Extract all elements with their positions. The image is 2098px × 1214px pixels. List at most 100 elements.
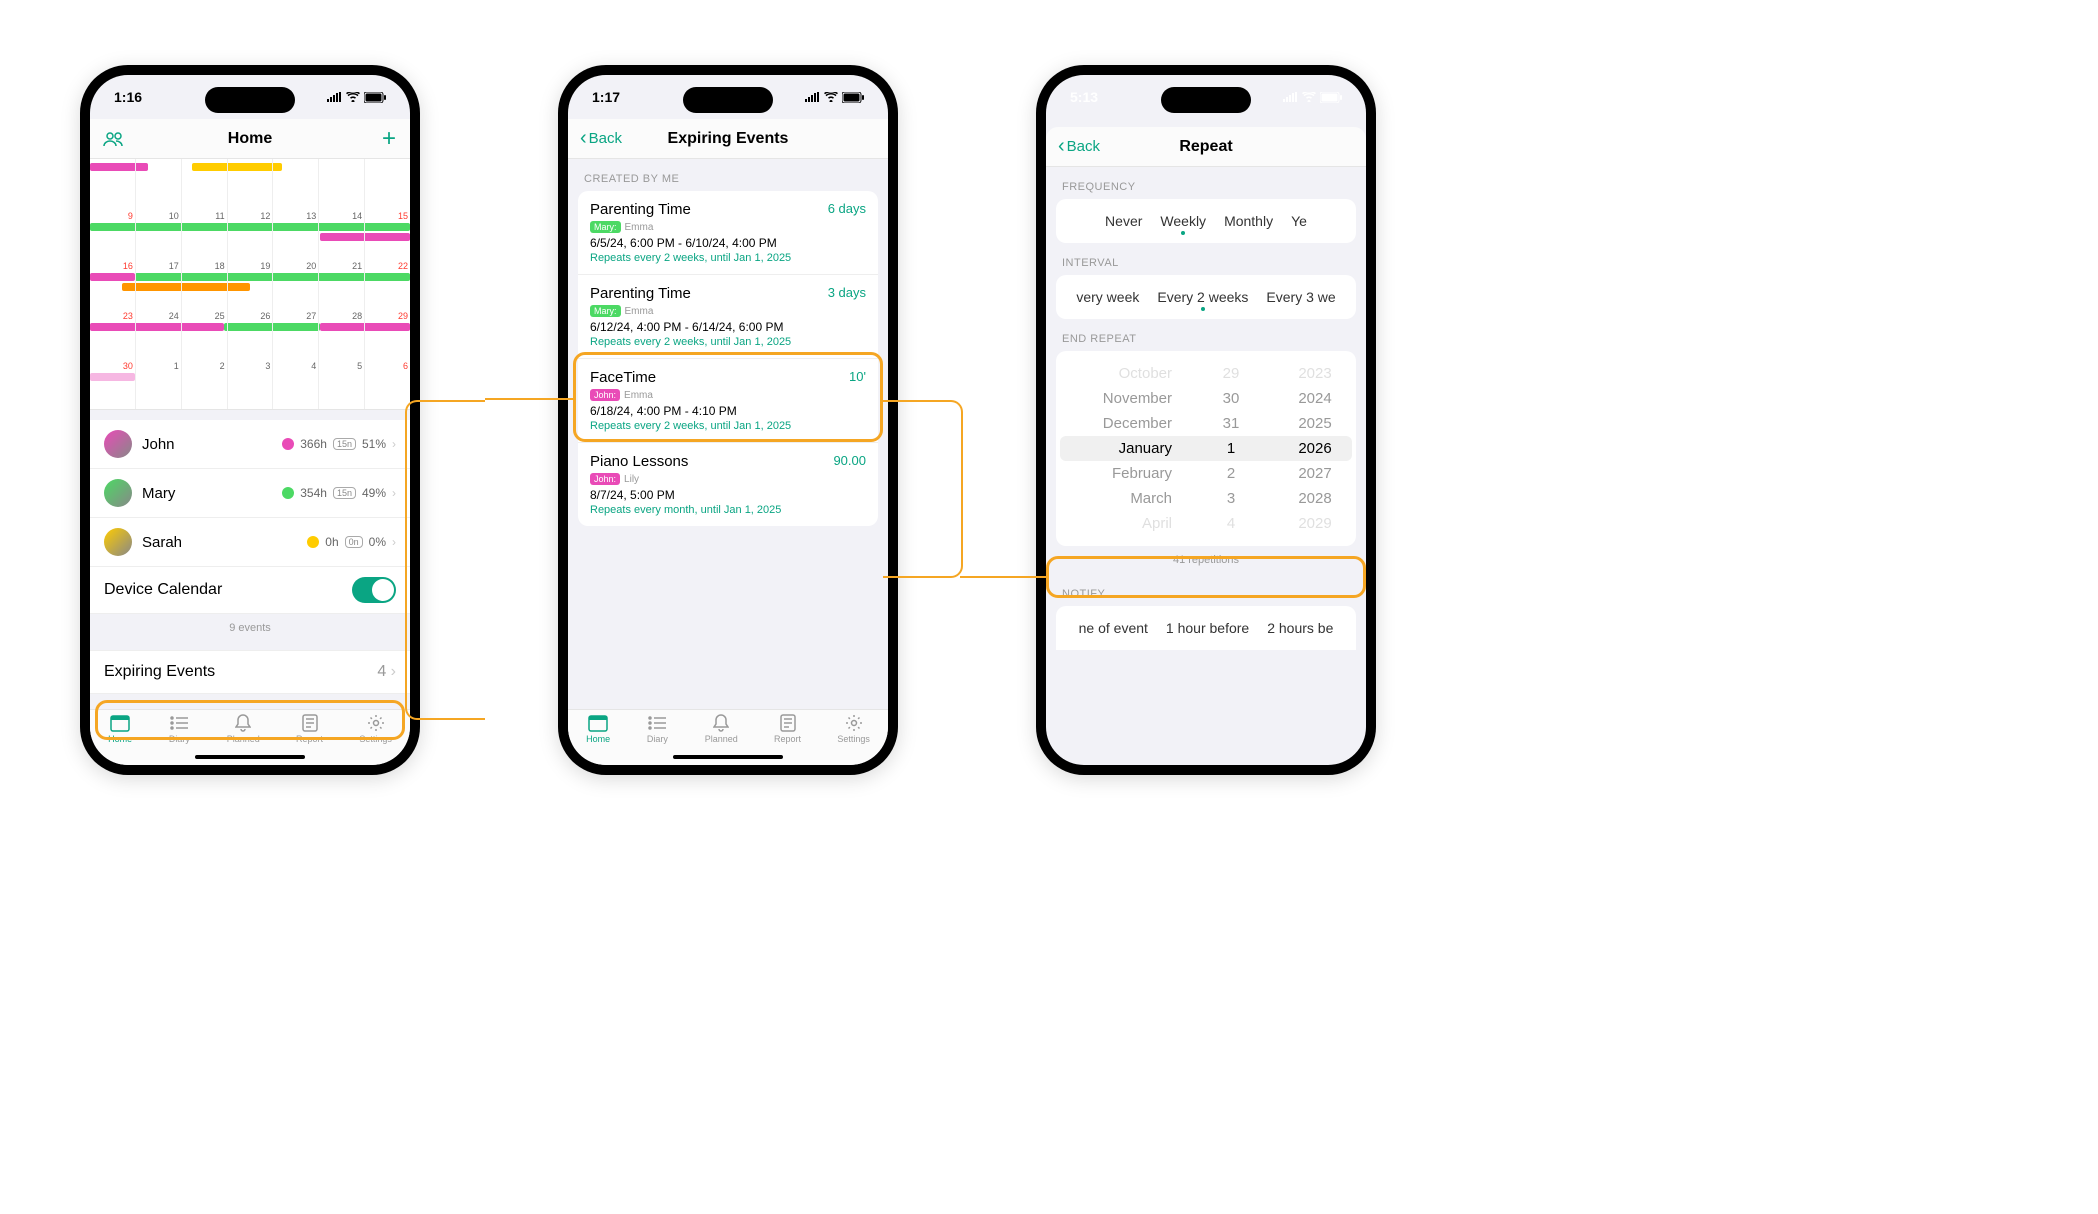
calendar-day[interactable]: 28 xyxy=(319,309,365,359)
event-item[interactable]: Piano Lessons 90.00 John:Lily 8/7/24, 5:… xyxy=(578,443,878,526)
calendar[interactable]: 9101112131415 16171819202122 23242526272… xyxy=(90,159,410,410)
chevron-right-icon: › xyxy=(392,437,396,451)
notify-picker[interactable]: ne of event 1 hour before 2 hours be xyxy=(1056,606,1356,650)
calendar-day[interactable]: 30 xyxy=(90,359,136,409)
date-picker-row[interactable]: December312025 xyxy=(1072,411,1340,436)
frequency-picker[interactable]: Never Weekly Monthly Ye xyxy=(1056,199,1356,243)
chevron-right-icon: › xyxy=(392,486,396,500)
calendar-day[interactable]: 1 xyxy=(136,359,182,409)
date-picker-row[interactable]: March32028 xyxy=(1072,486,1340,511)
calendar-day[interactable]: 24 xyxy=(136,309,182,359)
calendar-day[interactable]: 21 xyxy=(319,259,365,309)
picker-option[interactable]: Every 2 weeks xyxy=(1157,289,1248,305)
calendar-day[interactable]: 4 xyxy=(273,359,319,409)
calendar-day[interactable]: 10 xyxy=(136,209,182,259)
calendar-day[interactable]: 26 xyxy=(228,309,274,359)
person-name: Sarah xyxy=(142,534,297,551)
calendar-day[interactable]: 3 xyxy=(228,359,274,409)
calendar-day[interactable]: 15 xyxy=(365,209,410,259)
calendar-day[interactable]: 11 xyxy=(182,209,228,259)
interval-picker[interactable]: very week Every 2 weeks Every 3 we xyxy=(1056,275,1356,319)
date-picker-row[interactable]: November302024 xyxy=(1072,386,1340,411)
tab-report[interactable]: Report xyxy=(774,714,801,744)
people-icon[interactable] xyxy=(102,131,126,147)
add-button[interactable]: + xyxy=(382,125,396,153)
event-title: Parenting Time xyxy=(590,201,691,218)
tab-diary[interactable]: Diary xyxy=(168,714,190,744)
calendar-day[interactable]: 25 xyxy=(182,309,228,359)
calendar-day[interactable]: 14 xyxy=(319,209,365,259)
calendar-day[interactable] xyxy=(365,159,410,209)
back-button[interactable]: ‹ Back xyxy=(580,127,622,150)
picker-option[interactable]: 1 hour before xyxy=(1166,620,1249,636)
calendar-day[interactable]: 5 xyxy=(319,359,365,409)
calendar-day[interactable]: 27 xyxy=(273,309,319,359)
expiring-events-row[interactable]: Expiring Events 4 › xyxy=(90,650,410,694)
event-item[interactable]: Parenting Time 6 days Mary:Emma 6/5/24, … xyxy=(578,191,878,275)
person-row[interactable]: Sarah 0h 0n 0% › xyxy=(90,518,410,567)
person-tag: John: xyxy=(590,389,620,401)
calendar-day[interactable]: 22 xyxy=(365,259,410,309)
calendar-day[interactable]: 23 xyxy=(90,309,136,359)
status-time: 1:16 xyxy=(114,89,142,105)
tab-label: Settings xyxy=(837,734,870,744)
page-title: Home xyxy=(228,130,272,148)
date-picker-row[interactable]: April42029 xyxy=(1072,511,1340,536)
picker-option[interactable]: 2 hours be xyxy=(1267,620,1333,636)
calendar-day[interactable] xyxy=(90,159,136,209)
picker-option[interactable]: Ye xyxy=(1291,213,1307,229)
date-picker-row[interactable]: October292023 xyxy=(1072,361,1340,386)
person-row[interactable]: John 366h 15n 51% › xyxy=(90,420,410,469)
calendar-day[interactable]: 2 xyxy=(182,359,228,409)
calendar-day[interactable] xyxy=(273,159,319,209)
calendar-day[interactable]: 19 xyxy=(228,259,274,309)
event-item[interactable]: FaceTime 10' John:Emma 6/18/24, 4:00 PM … xyxy=(578,359,878,443)
calendar-day[interactable]: 20 xyxy=(273,259,319,309)
back-button[interactable]: ‹ Back xyxy=(1058,135,1100,158)
picker-option[interactable]: Weekly xyxy=(1160,213,1206,229)
calendar-day[interactable]: 17 xyxy=(136,259,182,309)
calendar-day[interactable]: 6 xyxy=(365,359,410,409)
calendar-day[interactable] xyxy=(228,159,274,209)
end-date-picker[interactable]: October292023November302024December31202… xyxy=(1056,351,1356,546)
person-name: John xyxy=(142,436,272,453)
device-calendar-toggle[interactable] xyxy=(352,577,396,603)
calendar-day[interactable]: 9 xyxy=(90,209,136,259)
tab-report[interactable]: Report xyxy=(296,714,323,744)
picker-option[interactable]: ne of event xyxy=(1079,620,1148,636)
person-row[interactable]: Mary 354h 15n 49% › xyxy=(90,469,410,518)
calendar-day[interactable] xyxy=(182,159,228,209)
tab-home[interactable]: Home xyxy=(586,714,610,744)
header: Home + xyxy=(90,119,410,159)
calendar-day[interactable] xyxy=(136,159,182,209)
calendar-day[interactable] xyxy=(319,159,365,209)
picker-option[interactable]: Every 3 we xyxy=(1266,289,1335,305)
chevron-left-icon: ‹ xyxy=(1058,135,1065,158)
calendar-day[interactable]: 12 xyxy=(228,209,274,259)
tab-label: Planned xyxy=(705,734,738,744)
picker-option[interactable]: very week xyxy=(1076,289,1139,305)
picker-option[interactable]: Never xyxy=(1105,213,1142,229)
date-picker-row[interactable]: February22027 xyxy=(1072,461,1340,486)
calendar-day[interactable]: 18 xyxy=(182,259,228,309)
calendar-day[interactable]: 16 xyxy=(90,259,136,309)
date-picker-row[interactable]: January12026 xyxy=(1060,436,1352,461)
calendar-day[interactable]: 13 xyxy=(273,209,319,259)
tab-label: Home xyxy=(108,734,132,744)
event-time: 6/5/24, 6:00 PM - 6/10/24, 4:00 PM xyxy=(590,236,866,250)
tab-settings[interactable]: Settings xyxy=(359,714,392,744)
tab-home[interactable]: Home xyxy=(108,714,132,744)
tab-settings[interactable]: Settings xyxy=(837,714,870,744)
repetitions-count: 41 repetitions xyxy=(1046,546,1366,574)
header: ‹ Back Expiring Events xyxy=(568,119,888,159)
tab-planned[interactable]: Planned xyxy=(227,714,260,744)
device-calendar-row[interactable]: Device Calendar xyxy=(90,567,410,614)
tab-diary[interactable]: Diary xyxy=(646,714,668,744)
calendar-day[interactable]: 29 xyxy=(365,309,410,359)
end-repeat-label: END REPEAT xyxy=(1046,319,1366,351)
event-time: 6/12/24, 4:00 PM - 6/14/24, 6:00 PM xyxy=(590,320,866,334)
picker-option[interactable]: Monthly xyxy=(1224,213,1273,229)
tab-planned[interactable]: Planned xyxy=(705,714,738,744)
event-item[interactable]: Parenting Time 3 days Mary:Emma 6/12/24,… xyxy=(578,275,878,359)
doc-icon xyxy=(299,714,321,732)
